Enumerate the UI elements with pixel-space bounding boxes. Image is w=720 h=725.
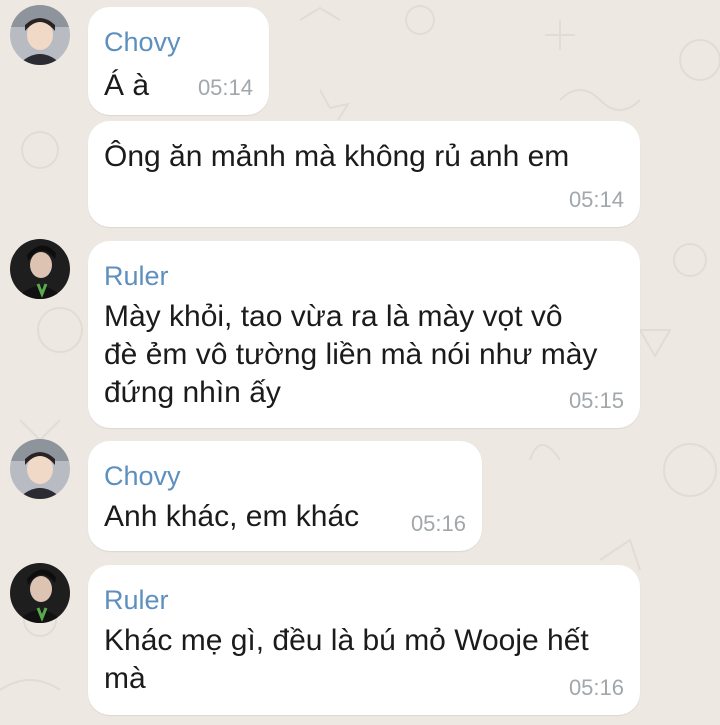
ruler-avatar-image bbox=[10, 563, 70, 623]
message-timestamp: 05:15 bbox=[568, 388, 624, 413]
message-bubble[interactable]: Ruler Khác mẹ gì, đều là bú mỏ Wooje hết… bbox=[88, 565, 640, 715]
ruler-avatar-image bbox=[10, 239, 70, 299]
message-text: Khác mẹ gì, đều là bú mỏ Wooje hết mà bbox=[104, 624, 589, 695]
chovy-avatar[interactable] bbox=[10, 439, 70, 499]
sender-name: Chovy bbox=[104, 27, 181, 57]
message-text: Mày khỏi, tao vừa ra là mày vọt vô đè ẻm… bbox=[104, 300, 598, 409]
message-text: Ông ăn mảnh mà không rủ anh em bbox=[104, 140, 570, 173]
message-text: Á à bbox=[104, 69, 150, 102]
sender-name: Chovy bbox=[104, 461, 181, 491]
message-timestamp: 05:16 bbox=[410, 511, 466, 536]
message-bubble[interactable]: Ông ăn mảnh mà không rủ anh em 05:14 bbox=[88, 121, 640, 227]
sender-name: Ruler bbox=[104, 585, 169, 615]
sender-name: Ruler bbox=[104, 261, 169, 291]
message-timestamp: 05:14 bbox=[568, 187, 624, 212]
chovy-avatar-image bbox=[10, 439, 70, 499]
chovy-avatar-image bbox=[10, 5, 70, 65]
chovy-avatar[interactable] bbox=[10, 5, 70, 65]
message-text: Anh khác, em khác bbox=[104, 500, 360, 533]
message-timestamp: 05:16 bbox=[568, 675, 624, 700]
message-bubble[interactable]: Ruler Mày khỏi, tao vừa ra là mày vọt vô… bbox=[88, 241, 640, 428]
message-bubble[interactable]: Chovy Anh khác, em khác 05:16 bbox=[88, 441, 482, 551]
ruler-avatar[interactable] bbox=[10, 239, 70, 299]
message-timestamp: 05:14 bbox=[197, 75, 253, 100]
ruler-avatar[interactable] bbox=[10, 563, 70, 623]
message-bubble[interactable]: Chovy Á à 05:14 bbox=[88, 7, 269, 115]
